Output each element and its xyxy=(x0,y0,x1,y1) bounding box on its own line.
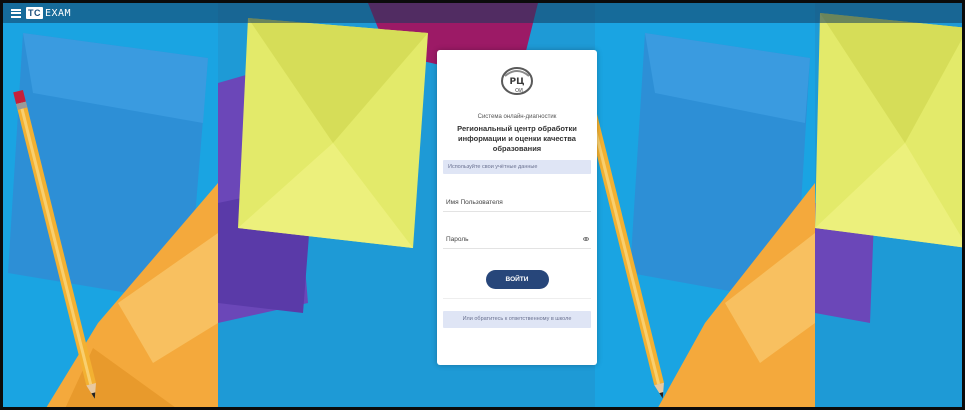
background-panel-right xyxy=(595,3,815,407)
system-subtitle: Система онлайн-диагностик xyxy=(477,114,557,120)
page-frame: TC EXAM РЦ ОИ Система онлайн-диагностик … xyxy=(0,0,965,410)
background-panel-far-right xyxy=(815,3,962,407)
svg-text:РЦ: РЦ xyxy=(510,77,525,87)
card-divider xyxy=(443,298,591,299)
svg-text:ОИ: ОИ xyxy=(515,88,523,94)
envelope-collage-far-right xyxy=(815,3,962,407)
hamburger-menu-icon[interactable] xyxy=(11,8,21,18)
contact-school-link[interactable]: Или обратитесь к ответственному в школе xyxy=(443,311,591,328)
top-bar: TC EXAM xyxy=(3,3,962,23)
paper-collage-right xyxy=(595,3,815,407)
login-card: РЦ ОИ Система онлайн-диагностик Регионал… xyxy=(437,50,597,365)
username-label: Имя Пользователя xyxy=(446,199,503,206)
credentials-hint: Используйте свои учётные данные xyxy=(443,160,591,174)
logo-tc: TC xyxy=(26,7,43,19)
password-label: Пароль xyxy=(446,236,469,243)
ricuo-logo-icon: РЦ ОИ xyxy=(499,64,535,98)
username-field[interactable]: Имя Пользователя xyxy=(443,194,591,212)
paper-collage-left xyxy=(3,3,218,407)
eye-icon[interactable] xyxy=(583,237,589,241)
login-button[interactable]: ВОЙТИ xyxy=(485,270,549,289)
tcexam-logo[interactable]: TC EXAM xyxy=(26,7,71,19)
organization-title: Региональный центр обработки информации … xyxy=(457,124,577,153)
background-panel-left xyxy=(3,3,218,407)
password-field[interactable]: Пароль xyxy=(443,231,591,249)
logo-exam: EXAM xyxy=(45,7,72,19)
